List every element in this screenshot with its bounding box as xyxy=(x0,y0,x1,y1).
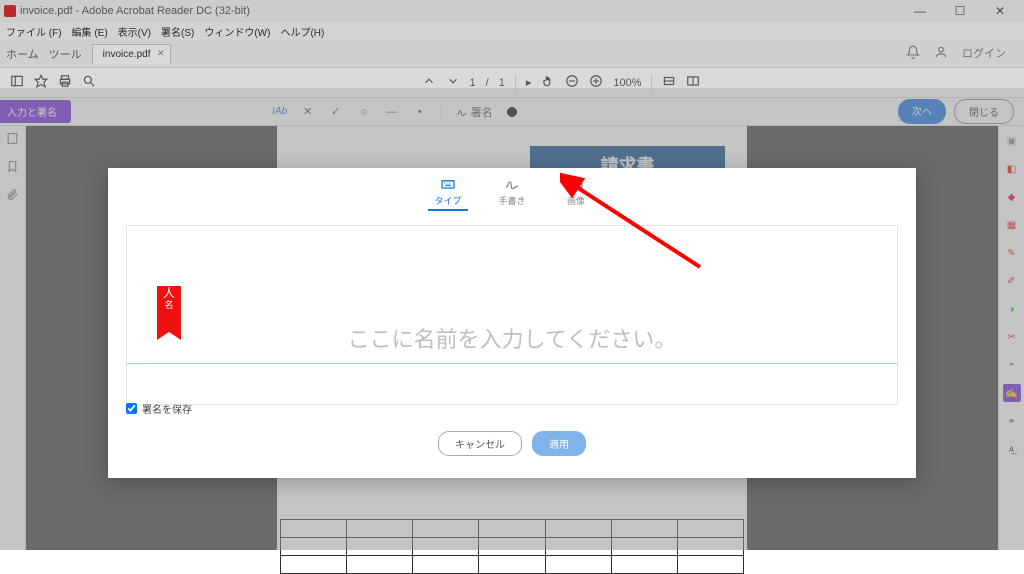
menu-file[interactable]: ファイル (F) xyxy=(6,24,62,39)
signature-modal-tabs: タイプ 手書き 画像 xyxy=(108,168,916,215)
signature-modal: タイプ 手書き 画像 人 名 ここに名前を入力してください。 署名を保存 キャ xyxy=(108,168,916,478)
page-sep: / xyxy=(486,77,489,89)
zoom-value[interactable]: 100% xyxy=(613,77,641,89)
signature-input-area[interactable]: 人 名 ここに名前を入力してください。 xyxy=(126,225,898,405)
close-window-button[interactable]: ✕ xyxy=(980,4,1020,18)
tab-type-label: タイプ xyxy=(434,194,461,207)
menu-edit[interactable]: 編集 (E) xyxy=(72,24,108,39)
modal-buttons: キャンセル 適用 xyxy=(108,431,916,456)
document-tab-label: invoice.pdf xyxy=(103,49,151,60)
menubar: ファイル (F) 編集 (E) 表示(V) 署名(S) ウィンドウ(W) ヘルプ… xyxy=(0,22,1024,40)
signature-modal-overlay: タイプ 手書き 画像 人 名 ここに名前を入力してください。 署名を保存 キャ xyxy=(0,88,1024,550)
window-title: invoice.pdf - Adobe Acrobat Reader DC (3… xyxy=(20,5,250,17)
tab-image-label: 画像 xyxy=(567,194,585,207)
close-tab-icon[interactable]: ✕ xyxy=(157,48,165,59)
signature-placeholder: ここに名前を入力してください。 xyxy=(127,322,897,354)
document-tab[interactable]: invoice.pdf ✕ xyxy=(92,44,172,64)
tab-draw[interactable]: 手書き xyxy=(492,176,532,211)
menu-view[interactable]: 表示(V) xyxy=(118,24,151,39)
apply-button[interactable]: 適用 xyxy=(532,431,586,456)
nav-tools[interactable]: ツール xyxy=(49,46,82,62)
menu-window[interactable]: ウィンドウ(W) xyxy=(204,24,270,39)
image-icon xyxy=(568,176,584,192)
keyboard-icon xyxy=(440,176,456,192)
tab-image[interactable]: 画像 xyxy=(556,176,596,211)
save-signature-checkbox[interactable]: 署名を保存 xyxy=(126,401,192,416)
page-total: 1 xyxy=(499,77,505,89)
account-icon[interactable] xyxy=(934,45,948,62)
login-link[interactable]: ログイン xyxy=(962,45,1006,62)
page-current[interactable]: 1 xyxy=(470,77,476,89)
nav-home[interactable]: ホーム xyxy=(6,46,39,62)
draw-icon xyxy=(504,176,520,192)
menu-help[interactable]: ヘルプ(H) xyxy=(280,24,324,39)
menu-sign[interactable]: 署名(S) xyxy=(161,24,194,39)
tab-draw-label: 手書き xyxy=(498,194,525,207)
save-signature-input[interactable] xyxy=(126,403,137,414)
signature-baseline xyxy=(127,363,897,364)
tab-bar: ホーム ツール invoice.pdf ✕ ログイン xyxy=(0,40,1024,68)
maximize-button[interactable]: ☐ xyxy=(940,4,980,18)
minimize-button[interactable]: — xyxy=(900,4,940,18)
window-titlebar: invoice.pdf - Adobe Acrobat Reader DC (3… xyxy=(0,0,1024,22)
app-icon xyxy=(4,5,16,17)
save-signature-label: 署名を保存 xyxy=(142,401,192,416)
cancel-button[interactable]: キャンセル xyxy=(438,431,522,456)
notification-icon[interactable] xyxy=(906,45,920,62)
tab-type[interactable]: タイプ xyxy=(428,176,468,211)
